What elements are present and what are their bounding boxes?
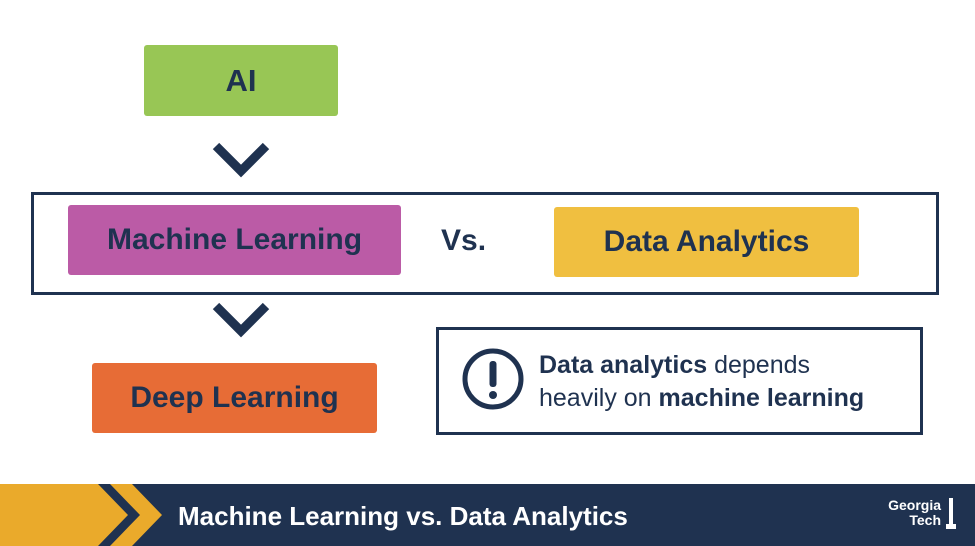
footer-chevron-decoration [0, 484, 162, 546]
machine-learning-label: Machine Learning [106, 223, 363, 256]
data-analytics-box: Data Analytics [554, 207, 859, 277]
note-text-depends: depends [707, 351, 811, 379]
footer-bar: Machine Learning vs. Data Analytics Geor… [0, 484, 975, 546]
deep-learning-box: Deep Learning [92, 363, 377, 433]
vs-label: Vs. [441, 224, 487, 257]
ai-box: AI [144, 45, 338, 116]
ai-label: AI [225, 62, 257, 98]
note-callout: Data analytics depends heavily on machin… [436, 327, 923, 435]
logo-line-georgia: Georgia [888, 497, 941, 513]
note-text: Data analytics depends heavily on machin… [539, 349, 864, 415]
exclamation-circle-icon [462, 348, 524, 410]
deep-learning-label: Deep Learning [130, 381, 339, 414]
footer-title: Machine Learning vs. Data Analytics [178, 501, 628, 531]
note-line-1: Data analytics depends [539, 349, 864, 382]
chevron-down-icon [212, 142, 270, 178]
note-line-2: heavily on machine learning [539, 382, 864, 415]
chevron-down-icon [212, 302, 270, 338]
data-analytics-label: Data Analytics [603, 225, 810, 258]
logo-line-tech: Tech [909, 512, 941, 528]
tech-tower-icon [946, 498, 956, 529]
note-bold-machine-learning: machine learning [658, 384, 865, 412]
machine-learning-box: Machine Learning [68, 205, 401, 275]
note-bold-data-analytics: Data analytics [539, 351, 708, 379]
note-text-heavily-on: heavily on [539, 384, 659, 412]
georgia-tech-logo: Georgia Tech [888, 498, 941, 528]
